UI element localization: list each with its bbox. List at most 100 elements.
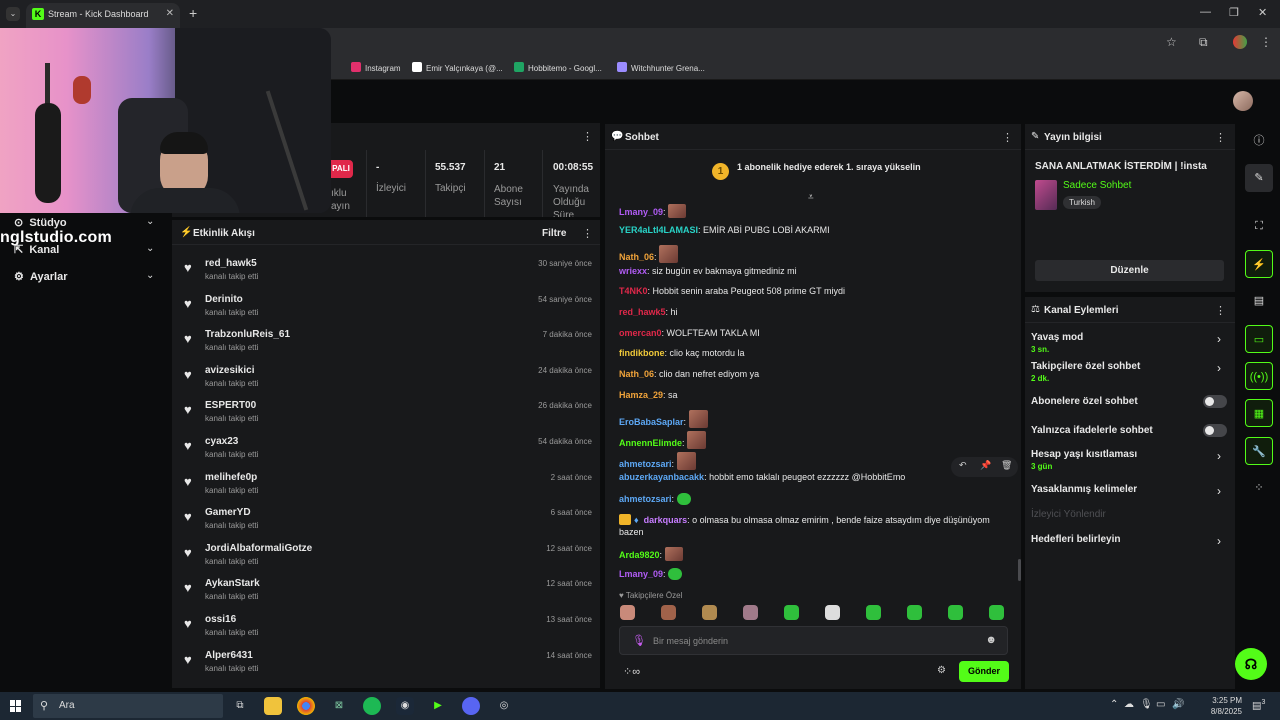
microphone-icon[interactable]: 🎙 xyxy=(632,634,646,647)
chat-settings-icon[interactable]: ⚙ xyxy=(937,665,946,676)
info-icon[interactable]: ⓘ xyxy=(1245,127,1273,155)
chrome-icon[interactable] xyxy=(297,697,315,715)
emote-slot[interactable] xyxy=(661,605,676,620)
toggle-switch[interactable] xyxy=(1203,424,1227,437)
feed-username[interactable]: ESPERT00 xyxy=(205,400,256,411)
chevron-down-icon[interactable]: ⌄ xyxy=(146,216,154,227)
delete-icon[interactable]: 🗑 xyxy=(1001,460,1012,471)
chat-message[interactable]: ahmetozsari: xyxy=(619,452,696,470)
emoji-picker-icon[interactable]: ☻ xyxy=(985,634,997,646)
notifications-icon[interactable]: ▤3 xyxy=(1252,699,1265,711)
obs-icon[interactable]: ◎ xyxy=(495,697,513,715)
chat-message[interactable]: T4NK0: Hobbit senin araba Peugeot 508 pr… xyxy=(619,286,845,296)
chat-message[interactable]: EroBabaSaplar: xyxy=(619,410,708,428)
discord-icon[interactable] xyxy=(462,697,480,715)
more-options-icon[interactable]: ⋮ xyxy=(582,130,593,143)
chevron-down-icon[interactable]: ⌄ xyxy=(146,270,154,281)
emote-slot[interactable] xyxy=(620,605,635,620)
feed-username[interactable]: Alper6431 xyxy=(205,650,253,661)
chat-message[interactable]: Lmany_09: xyxy=(619,568,683,580)
more-options-icon[interactable]: ⋮ xyxy=(1002,131,1013,144)
emote-image[interactable] xyxy=(676,452,696,470)
emote-slot[interactable] xyxy=(743,605,758,620)
chat-username[interactable]: Nath_06 xyxy=(619,252,654,262)
feed-username[interactable]: melihefe0p xyxy=(205,472,257,483)
emote-image[interactable] xyxy=(659,245,679,263)
chat-username[interactable]: T4NK0 xyxy=(619,286,648,296)
pin-icon[interactable]: 📌 xyxy=(980,460,991,471)
chevron-right-icon[interactable]: › xyxy=(1217,484,1221,498)
feed-username[interactable]: TrabzonluReis_61 xyxy=(205,329,290,340)
chat-username[interactable]: ahmetozsari xyxy=(619,459,672,469)
feed-username[interactable]: ossi16 xyxy=(205,614,236,625)
chat-username[interactable]: AnnennElimde xyxy=(619,438,682,448)
extensions-icon[interactable]: ⧉ xyxy=(1199,35,1208,50)
chat-username[interactable]: EroBabaSaplar xyxy=(619,417,684,427)
taskbar-search[interactable]: ⚲ Ara xyxy=(33,694,223,718)
speaker-icon[interactable]: 🔊 xyxy=(1172,699,1184,710)
tools-icon[interactable]: 🔧 xyxy=(1245,437,1273,465)
broadcast-icon[interactable]: ((•)) xyxy=(1245,362,1273,390)
chevron-right-icon[interactable]: › xyxy=(1217,449,1221,463)
clock[interactable]: 3:25 PM 8/8/2025 xyxy=(1196,695,1242,717)
bookmark-sheets[interactable]: Hobbitemo - Googl... xyxy=(514,62,602,73)
chat-message[interactable]: Hamza_29: sa xyxy=(619,390,678,400)
feed-username[interactable]: cyax23 xyxy=(205,436,238,447)
profile-icon[interactable] xyxy=(1233,35,1247,49)
feed-filter-button[interactable]: Filtre xyxy=(542,228,566,239)
chevron-down-icon[interactable]: ⌄ xyxy=(146,243,154,254)
chat-message[interactable]: Lmany_09: xyxy=(619,204,687,218)
emote-slot[interactable] xyxy=(948,605,963,620)
mic-tray-icon[interactable]: 🎙 xyxy=(1140,699,1153,710)
chat-input[interactable]: 🎙 Bir mesaj gönderin ☻ xyxy=(619,626,1008,655)
layout-icon[interactable]: ▦ xyxy=(1245,399,1273,427)
chat-username[interactable]: YER4aLtI4LAMASI xyxy=(619,225,698,235)
cloud-icon[interactable]: ☁ xyxy=(1124,699,1134,710)
tab-search-icon[interactable]: ⌄ xyxy=(6,7,20,21)
chevron-right-icon[interactable]: › xyxy=(1217,361,1221,375)
tray-chevron-icon[interactable]: ⌃ xyxy=(1110,699,1118,710)
edit-button[interactable]: Düzenle xyxy=(1035,260,1224,281)
kick-app-icon[interactable]: ▶ xyxy=(429,697,447,715)
browser-tab[interactable]: K Stream - Kick Dashboard ✕ xyxy=(26,3,180,28)
chat-message[interactable]: YER4aLtI4LAMASI: EMİR ABİ PUBG LOBİ AKAR… xyxy=(619,225,830,235)
chat-message[interactable]: Nath_06: clio dan nefret ediyom ya xyxy=(619,369,759,379)
chat-scrollbar[interactable] xyxy=(1018,559,1021,581)
bookmark-star-icon[interactable]: ☆ xyxy=(1166,35,1177,49)
tab-close-icon[interactable]: ✕ xyxy=(166,8,174,19)
more-options-icon[interactable]: ⋮ xyxy=(1215,131,1226,144)
chat-message[interactable]: bazen xyxy=(619,527,644,537)
chat-message[interactable]: wriexx: siz bugün ev bakmaya gitmediniz … xyxy=(619,266,797,276)
chat-username[interactable]: ahmetozsari xyxy=(619,494,672,504)
gift-sub-banner[interactable]: 11 abonelik hediye ederek 1. sıraya yüks… xyxy=(712,162,921,180)
chat-username[interactable]: wriexx xyxy=(619,266,647,276)
fullscreen-icon[interactable]: ⛶ xyxy=(1245,212,1273,240)
more-options-icon[interactable]: ⋮ xyxy=(582,227,593,240)
steam-icon[interactable]: ◉ xyxy=(396,697,414,715)
feed-username[interactable]: JordiAlbaformaliGotze xyxy=(205,543,312,554)
reply-icon[interactable]: ↶ xyxy=(959,460,967,471)
spotify-icon[interactable] xyxy=(363,697,381,715)
emote-kick-green[interactable] xyxy=(676,493,691,505)
chat-message[interactable]: AnnennElimde: xyxy=(619,431,707,449)
chat-message[interactable]: red_hawk5: hi xyxy=(619,307,678,317)
emote-slot[interactable] xyxy=(989,605,1004,620)
feed-username[interactable]: red_hawk5 xyxy=(205,258,257,269)
chat-message[interactable]: findikbone: clio kaç motordu la xyxy=(619,348,745,358)
nav-channel[interactable]: ⇱ Kanal xyxy=(14,243,59,256)
chat-username[interactable]: Lmany_09 xyxy=(619,569,663,579)
network-icon[interactable]: ▭ xyxy=(1156,699,1165,710)
support-headset-button[interactable]: ☊ xyxy=(1235,648,1267,680)
send-button[interactable]: Gönder xyxy=(959,661,1009,682)
chat-message[interactable]: Nath_06: xyxy=(619,245,679,263)
chat-message[interactable]: ♦ darkquars: o olmasa bu olmasa olmaz emi… xyxy=(619,514,990,525)
chevron-right-icon[interactable]: › xyxy=(1217,534,1221,548)
emote-slot[interactable] xyxy=(907,605,922,620)
infinity-points-icon[interactable]: ⁘∞ xyxy=(623,665,640,678)
task-view-icon[interactable]: ⧉ xyxy=(231,697,249,715)
emote-image[interactable] xyxy=(688,410,708,428)
stream-category[interactable]: Sadece Sohbet xyxy=(1063,180,1131,191)
chat-message[interactable]: ahmetozsari: xyxy=(619,493,691,505)
points-icon[interactable]: ⁘ xyxy=(1245,474,1273,502)
windows-start-icon[interactable] xyxy=(10,700,22,712)
